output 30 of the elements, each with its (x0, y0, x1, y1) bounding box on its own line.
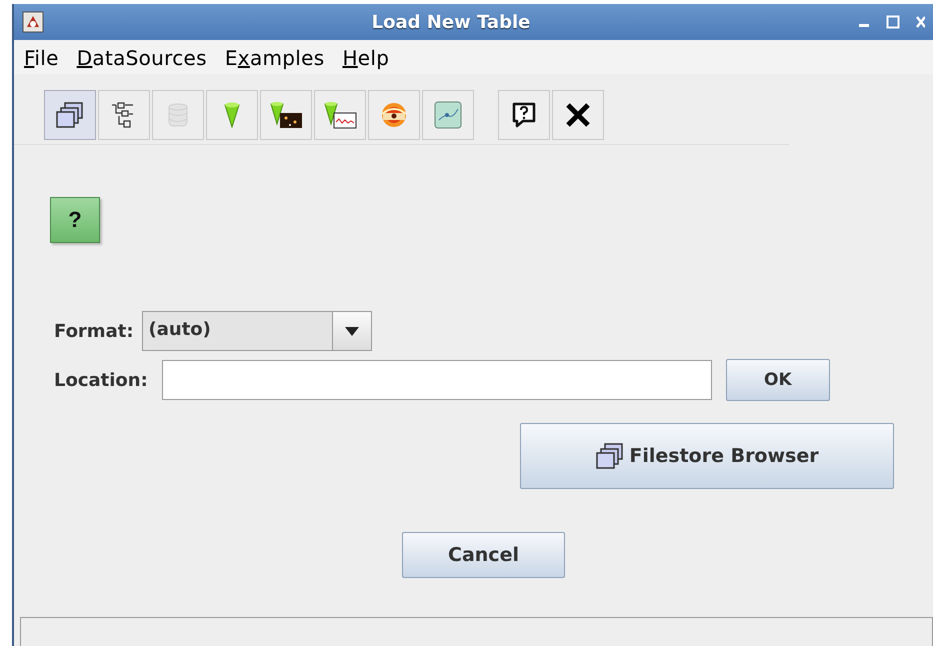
filestore-tool[interactable] (44, 90, 96, 140)
close-icon[interactable] (916, 15, 925, 29)
menu-item[interactable]: DataSources (76, 46, 207, 70)
cone-plot-icon (322, 100, 358, 130)
location-field[interactable] (162, 360, 712, 400)
dropdown-arrow-icon (344, 326, 359, 336)
format-label: Format: (54, 320, 134, 342)
menu-item[interactable]: Help (342, 46, 390, 70)
close-tool[interactable] (552, 90, 604, 140)
location-label: Location: (54, 370, 148, 390)
tree-tool[interactable] (98, 90, 150, 140)
help-tool[interactable] (498, 90, 550, 140)
app-icon (22, 11, 44, 33)
format-dropdown[interactable]: (auto) (142, 311, 372, 351)
cone-plot-tool[interactable] (314, 90, 366, 140)
help-button[interactable]: ? (50, 197, 100, 243)
swirl-tool[interactable] (368, 90, 420, 140)
filestore-browser-button[interactable]: Filestore Browser (520, 423, 894, 489)
sky-map-icon (433, 100, 463, 130)
sky-map-tool[interactable] (422, 90, 474, 140)
menu-item[interactable]: Examples (224, 46, 324, 70)
cancel-button[interactable]: Cancel (402, 532, 565, 578)
window-title: Load New Table (370, 12, 532, 32)
folders-icon (55, 100, 85, 130)
maximize-icon[interactable] (886, 15, 900, 29)
folders-icon (595, 441, 626, 471)
cone-image-icon (268, 100, 304, 130)
ok-button[interactable]: OK (726, 359, 830, 401)
menu-item[interactable]: File (24, 46, 59, 70)
cone-image-tool[interactable] (260, 90, 312, 140)
